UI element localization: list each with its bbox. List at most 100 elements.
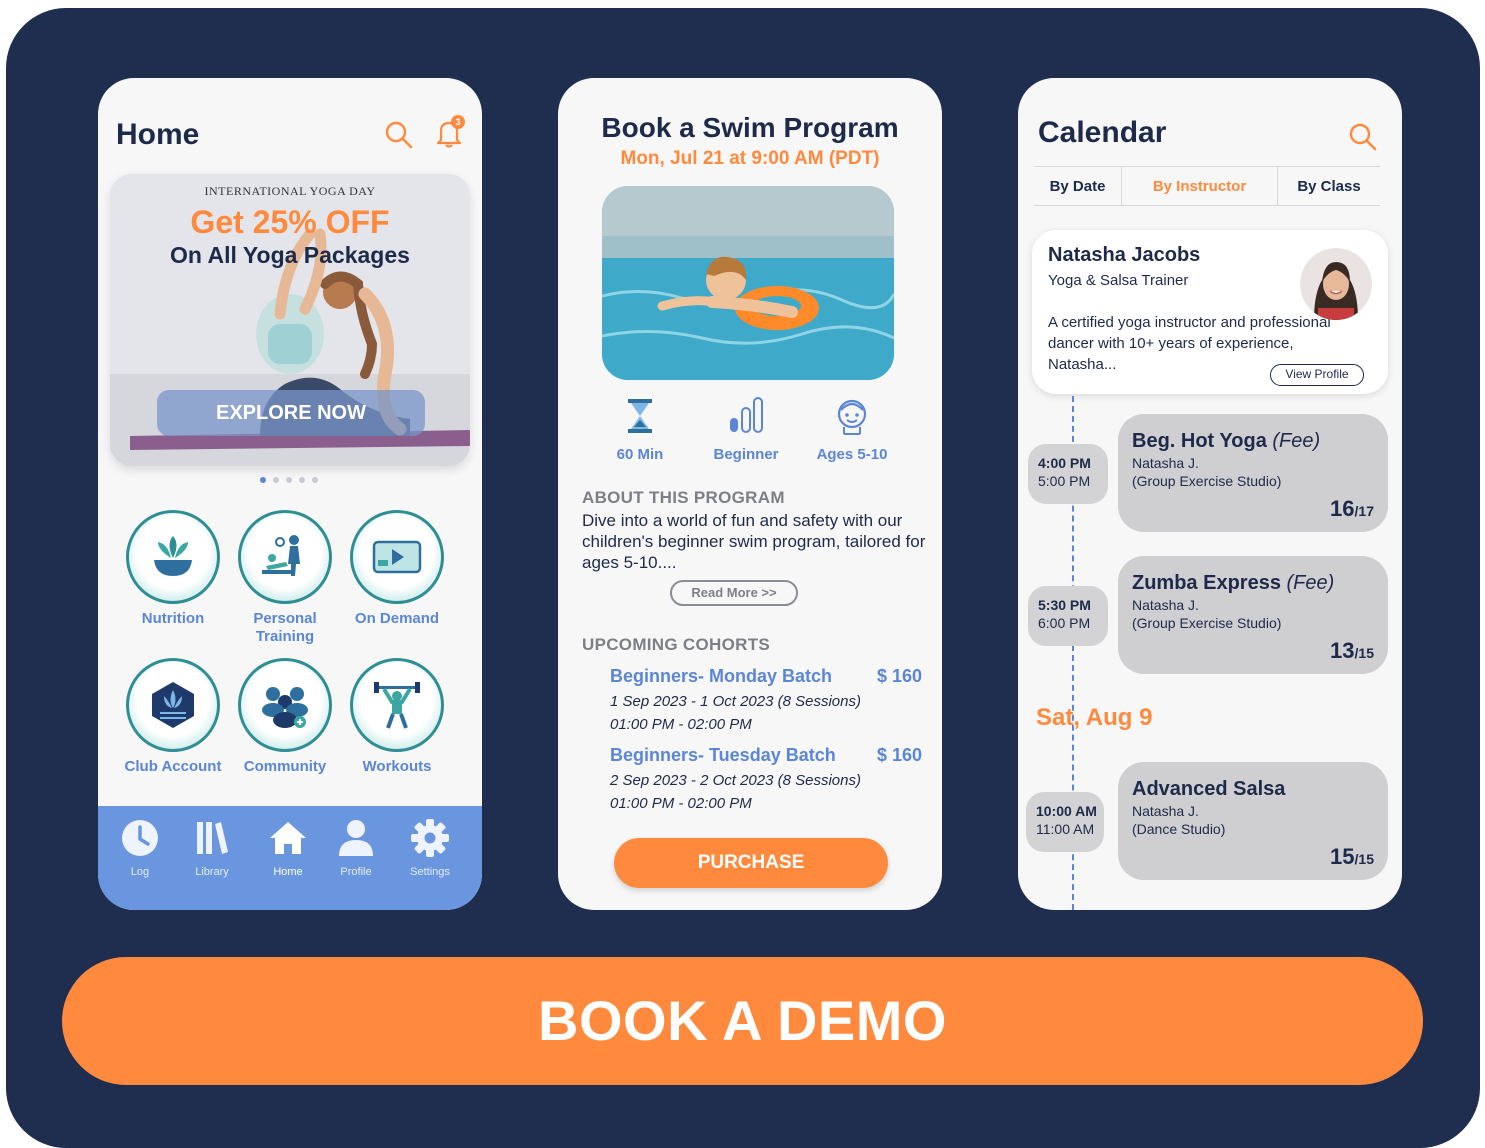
stat-label: Ages 5-10 — [816, 446, 888, 463]
video-play-icon — [372, 540, 422, 574]
carousel-dot[interactable] — [312, 477, 318, 483]
tab-log[interactable]: Log — [110, 818, 170, 878]
stat-level: Beginner — [696, 396, 796, 463]
cohort-item[interactable]: Beginners- Monday Batch $ 160 1 Sep 2023… — [610, 666, 926, 733]
class-name: Zumba Express (Fee) — [1132, 572, 1335, 594]
carousel-dot[interactable] — [299, 477, 305, 483]
class-details: Natasha J. (Group Exercise Studio) — [1132, 597, 1282, 631]
tab-library[interactable]: Library — [182, 818, 242, 878]
tab-label: Log — [130, 866, 150, 878]
tab-home[interactable]: Home — [258, 818, 318, 878]
carousel-dots[interactable] — [260, 477, 318, 483]
class-name: Beg. Hot Yoga (Fee) — [1132, 430, 1321, 452]
start-time: 4:00 PM — [1038, 455, 1091, 471]
bottom-tab-bar: Log Library Home Profile Settings — [98, 806, 482, 910]
tile-community[interactable]: Community — [230, 658, 340, 776]
tab-settings[interactable]: Settings — [400, 818, 460, 878]
notification-badge: 3 — [451, 115, 465, 129]
end-time: 6:00 PM — [1038, 615, 1091, 631]
tile-label: On Demand — [354, 610, 440, 627]
home-screen: Home 3 INTERNATIONAL YOGA DAY Get 25% OF… — [98, 78, 482, 910]
time-slot: 10:00 AM 11:00 AM — [1026, 792, 1104, 852]
explore-now-button[interactable]: EXPLORE NOW — [157, 390, 425, 436]
carousel-dot[interactable] — [273, 477, 279, 483]
club-emblem-icon — [152, 682, 194, 728]
gear-icon — [411, 819, 449, 857]
level-bars-icon — [730, 397, 763, 433]
program-datetime: Mon, Jul 21 at 9:00 AM (PDT) — [620, 148, 880, 169]
promo-banner[interactable]: INTERNATIONAL YOGA DAY Get 25% OFF On Al… — [110, 174, 470, 466]
carousel-dot[interactable] — [286, 477, 292, 483]
book-demo-button[interactable]: BOOK A DEMO — [62, 957, 1423, 1085]
community-icon — [262, 687, 308, 728]
page-title: Home — [116, 118, 200, 151]
view-segmented-control: By Date By Instructor By Class — [1034, 166, 1380, 206]
tile-label: Workouts — [362, 758, 432, 775]
stat-ages: Ages 5-10 — [802, 396, 902, 463]
trainer-icon — [262, 535, 300, 576]
instructor-card: Natasha Jacobs Yoga & Salsa Trainer A ce… — [1032, 230, 1388, 394]
start-time: 5:30 PM — [1038, 597, 1091, 613]
tile-on-demand[interactable]: On Demand — [342, 510, 452, 628]
child-face-icon — [837, 399, 867, 435]
person-icon — [339, 820, 373, 856]
instructor-name: Natasha Jacobs — [1048, 244, 1201, 266]
calendar-screen: Calendar By Date By Instructor By Class … — [1018, 78, 1402, 910]
segment-by-class[interactable]: By Class — [1278, 167, 1380, 205]
end-time: 11:00 AM — [1036, 821, 1095, 837]
cohort-dates: 2 Sep 2023 - 2 Oct 2023 (8 Sessions) — [610, 772, 861, 789]
segment-by-date[interactable]: By Date — [1034, 167, 1122, 205]
stat-label: Beginner — [713, 446, 779, 463]
search-icon[interactable] — [384, 120, 414, 150]
tile-workouts[interactable]: Workouts — [342, 658, 452, 776]
tile-personal-training[interactable]: Personal Training — [230, 510, 340, 646]
cohort-price: $ 160 — [876, 745, 922, 765]
about-text: Dive into a world of fun and safety with… — [582, 511, 926, 572]
swim-program-screen: Book a Swim Program Mon, Jul 21 at 9:00 … — [558, 78, 942, 910]
end-time: 5:00 PM — [1038, 473, 1091, 489]
class-card[interactable]: Beg. Hot Yoga (Fee) Natasha J. (Group Ex… — [1118, 414, 1388, 532]
time-slot: 4:00 PM 5:00 PM — [1028, 444, 1108, 504]
banner-kicker: INTERNATIONAL YOGA DAY — [204, 184, 376, 198]
class-details: Natasha J. (Group Exercise Studio) — [1132, 455, 1282, 489]
tab-label: Library — [195, 866, 229, 878]
start-time: 10:00 AM — [1036, 803, 1097, 819]
class-card[interactable]: Zumba Express (Fee) Natasha J. (Group Ex… — [1118, 556, 1388, 674]
tab-profile[interactable]: Profile — [326, 818, 386, 878]
swimming-child-image — [602, 186, 894, 380]
view-profile-button[interactable]: View Profile — [1270, 364, 1364, 386]
banner-offer: Get 25% OFF — [190, 204, 390, 240]
tile-label: Club Account — [124, 758, 222, 775]
stat-duration: 60 Min — [590, 396, 690, 463]
avatar — [1300, 248, 1372, 320]
cohort-time: 01:00 PM - 02:00 PM — [610, 795, 752, 812]
instructor-role: Yoga & Salsa Trainer — [1048, 272, 1189, 289]
class-capacity: 16/17 — [1330, 496, 1374, 521]
bowl-leaf-icon — [154, 536, 192, 576]
clock-icon — [122, 820, 158, 856]
search-icon[interactable] — [1348, 122, 1378, 152]
page-title: Book a Swim Program — [601, 112, 899, 143]
tab-label: Settings — [410, 866, 450, 878]
about-heading: ABOUT THIS PROGRAM — [582, 488, 785, 507]
class-capacity: 15/15 — [1330, 844, 1374, 869]
class-capacity: 13/15 — [1330, 638, 1374, 663]
hourglass-icon — [628, 399, 652, 433]
cohort-item[interactable]: Beginners- Tuesday Batch $ 160 2 Sep 202… — [610, 745, 926, 812]
time-slot: 5:30 PM 6:00 PM — [1028, 586, 1108, 646]
read-more-button[interactable]: Read More >> — [670, 580, 798, 606]
books-icon — [197, 822, 228, 854]
tile-club-account[interactable]: Club Account — [118, 658, 228, 776]
tile-label: Nutrition — [141, 610, 205, 627]
cohort-time: 01:00 PM - 02:00 PM — [610, 716, 752, 733]
purchase-button[interactable]: PURCHASE — [614, 838, 888, 888]
carousel-dot[interactable] — [260, 477, 266, 483]
class-card[interactable]: Advanced Salsa Natasha J. (Dance Studio)… — [1118, 762, 1388, 880]
weightlifter-icon — [374, 682, 420, 729]
cohorts-heading: UPCOMING COHORTS — [582, 635, 771, 654]
segment-by-instructor[interactable]: By Instructor — [1122, 167, 1278, 205]
stat-label: 60 Min — [616, 446, 664, 463]
tab-label: Home — [273, 866, 303, 878]
class-name: Advanced Salsa — [1132, 778, 1286, 800]
tile-nutrition[interactable]: Nutrition — [118, 510, 228, 628]
